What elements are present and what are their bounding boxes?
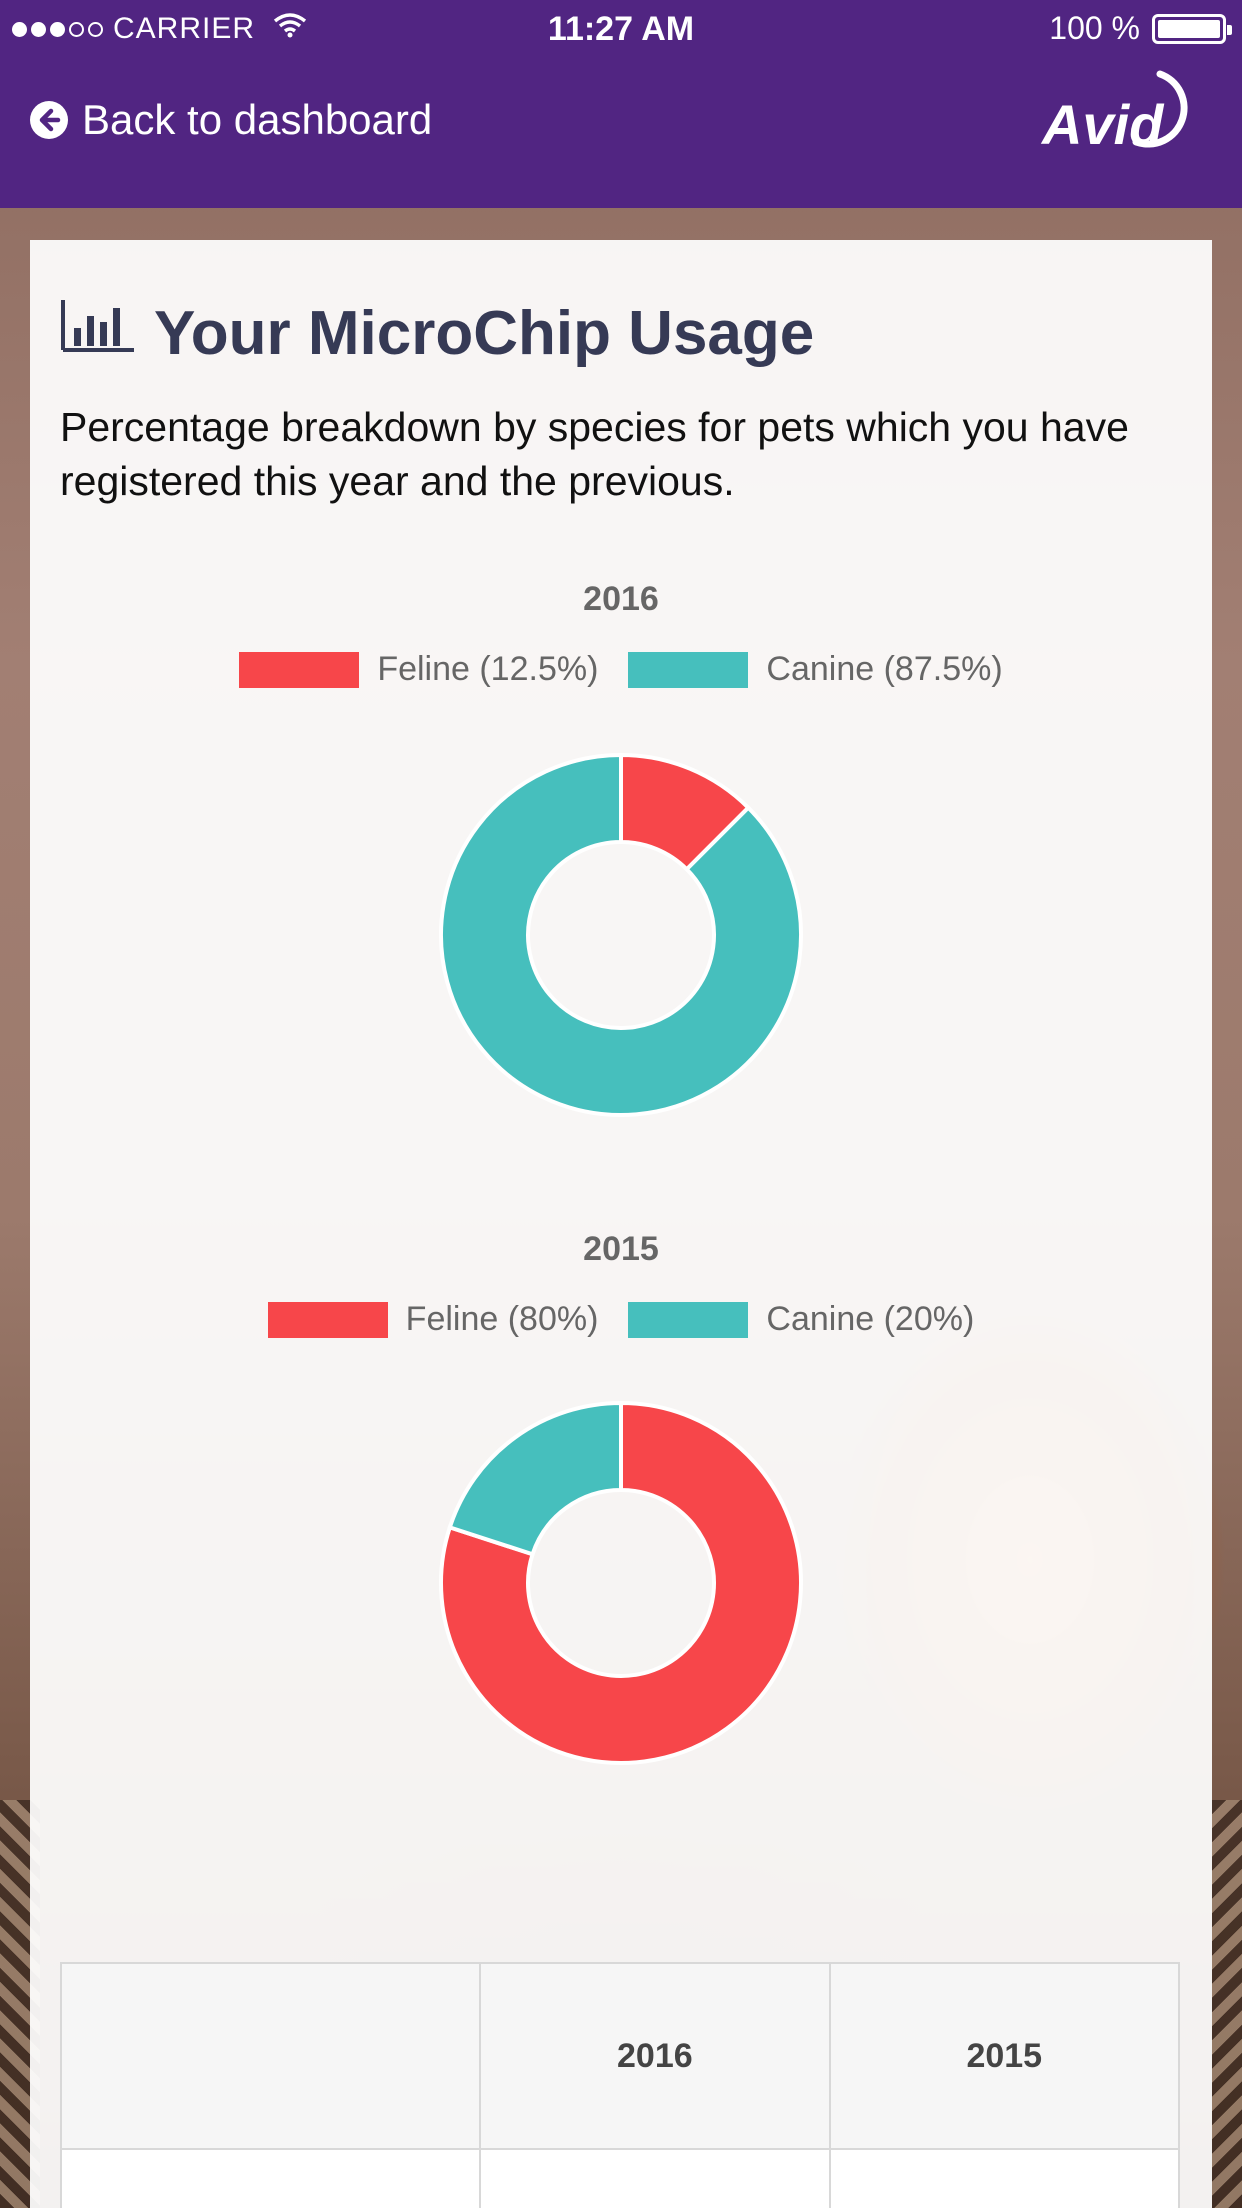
legend-label-feline: Feline (12.5%)	[377, 650, 599, 688]
status-right: 100 %	[1049, 10, 1232, 47]
back-label: Back to dashboard	[82, 96, 433, 143]
chart-2015: 2015 Feline (80%) Canine (20%)	[30, 1230, 1212, 1830]
legend-item-canine: Canine (20%)	[628, 1300, 974, 1339]
status-bar: CARRIER 11:27 AM 100 %	[0, 0, 1242, 60]
table-cell	[59, 2148, 482, 2208]
bar-chart-icon	[60, 298, 136, 369]
battery-icon	[1152, 13, 1232, 44]
legend-swatch-canine	[628, 651, 749, 688]
table-header-cell: 2016	[479, 1962, 831, 2150]
legend-label-feline: Feline (80%)	[405, 1300, 599, 1338]
table-cell	[479, 2148, 831, 2208]
battery-percent: 100 %	[1049, 10, 1140, 46]
background-blanket-right	[1212, 1800, 1242, 2208]
arrow-left-circle-icon	[30, 101, 68, 139]
card-description: Percentage breakdown by species for pets…	[60, 404, 1129, 504]
back-to-dashboard-link[interactable]: Back to dashboard	[30, 96, 432, 144]
app-header: CARRIER 11:27 AM 100 % Back to dashboard…	[0, 0, 1242, 208]
legend-label-canine: Canine (87.5%)	[766, 650, 1003, 688]
chart-legend: Feline (80%) Canine (20%)	[30, 1300, 1212, 1339]
table-header-cell: 2015	[828, 1962, 1181, 2150]
chart-title: 2015	[583, 1230, 659, 1268]
legend-swatch-canine	[628, 1301, 749, 1338]
donut-slice-canine	[447, 1400, 623, 1557]
legend-item-feline: Feline (80%)	[267, 1300, 599, 1339]
donut-slice-canine	[439, 752, 803, 1117]
chart-legend: Feline (12.5%) Canine (87.5%)	[30, 650, 1212, 689]
usage-card: Your MicroChip Usage Percentage breakdow…	[30, 240, 1212, 2208]
chart-title: 2016	[583, 580, 659, 618]
usage-table: 2016 2015	[59, 1962, 1181, 2208]
svg-text:Avid: Avid	[1040, 93, 1165, 152]
chart-2016: 2016 Feline (12.5%) Canine (87.5%)	[30, 580, 1212, 1180]
legend-swatch-feline	[239, 651, 360, 688]
legend-item-feline: Feline (12.5%)	[239, 650, 598, 689]
donut-chart	[439, 752, 803, 1117]
card-title: Your MicroChip Usage	[60, 298, 814, 369]
legend-swatch-feline	[267, 1301, 388, 1338]
avid-logo: Avid	[1040, 62, 1210, 156]
legend-label-canine: Canine (20%)	[766, 1300, 975, 1338]
table-cell	[828, 2148, 1181, 2208]
table-header-row: 2016 2015	[59, 1962, 1181, 2150]
card-title-text: Your MicroChip Usage	[154, 299, 815, 368]
table-header-cell	[59, 1962, 482, 2150]
legend-item-canine: Canine (87.5%)	[628, 650, 1003, 689]
table-row	[59, 2148, 1181, 2208]
donut-chart	[439, 1400, 803, 1765]
